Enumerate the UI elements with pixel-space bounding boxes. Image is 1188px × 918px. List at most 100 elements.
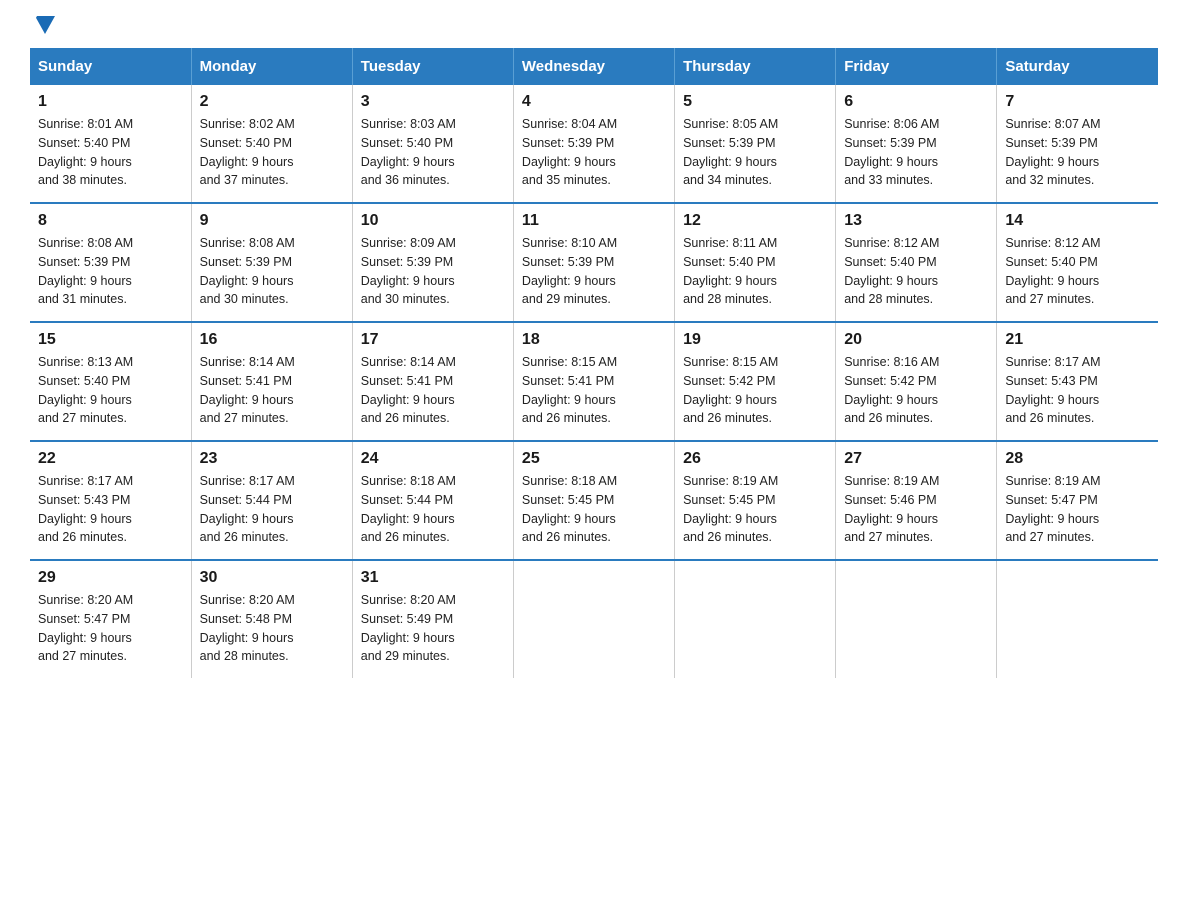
calendar-cell: 10 Sunrise: 8:09 AMSunset: 5:39 PMDayligh…	[352, 203, 513, 322]
day-info: Sunrise: 8:09 AMSunset: 5:39 PMDaylight:…	[361, 234, 505, 309]
day-info: Sunrise: 8:13 AMSunset: 5:40 PMDaylight:…	[38, 353, 183, 428]
day-info: Sunrise: 8:18 AMSunset: 5:44 PMDaylight:…	[361, 472, 505, 547]
calendar-cell: 5Sunrise: 8:05 AMSunset: 5:39 PMDaylight…	[675, 85, 836, 203]
day-number: 20	[844, 331, 988, 349]
calendar-cell: 9 Sunrise: 8:08 AMSunset: 5:39 PMDaylight…	[191, 203, 352, 322]
header-monday: Monday	[191, 48, 352, 85]
day-info: Sunrise: 8:06 AMSunset: 5:39 PMDaylight:…	[844, 115, 988, 190]
day-info: Sunrise: 8:08 AMSunset: 5:39 PMDaylight:…	[38, 234, 183, 309]
calendar-cell: 25 Sunrise: 8:18 AMSunset: 5:45 PMDayligh…	[513, 441, 674, 560]
week-row-1: 1Sunrise: 8:01 AMSunset: 5:40 PMDaylight…	[30, 85, 1158, 203]
day-number: 15	[38, 331, 183, 349]
day-info: Sunrise: 8:19 AMSunset: 5:46 PMDaylight:…	[844, 472, 988, 547]
calendar-cell	[997, 560, 1158, 678]
calendar-cell: 29 Sunrise: 8:20 AMSunset: 5:47 PMDayligh…	[30, 560, 191, 678]
day-number: 28	[1005, 450, 1150, 468]
day-number: 9	[200, 212, 344, 230]
day-number: 27	[844, 450, 988, 468]
header-saturday: Saturday	[997, 48, 1158, 85]
calendar-cell: 2 Sunrise: 8:02 AMSunset: 5:40 PMDaylight…	[191, 85, 352, 203]
header-sunday: Sunday	[30, 48, 191, 85]
calendar-cell: 24 Sunrise: 8:18 AMSunset: 5:44 PMDayligh…	[352, 441, 513, 560]
day-number: 23	[200, 450, 344, 468]
day-info: Sunrise: 8:18 AMSunset: 5:45 PMDaylight:…	[522, 472, 666, 547]
calendar-body: 1Sunrise: 8:01 AMSunset: 5:40 PMDaylight…	[30, 85, 1158, 678]
day-number: 17	[361, 331, 505, 349]
day-number: 1	[38, 93, 183, 111]
day-number: 2	[200, 93, 344, 111]
day-info: Sunrise: 8:15 AMSunset: 5:41 PMDaylight:…	[522, 353, 666, 428]
calendar-cell: 16Sunrise: 8:14 AMSunset: 5:41 PMDayligh…	[191, 322, 352, 441]
calendar-cell: 12 Sunrise: 8:11 AMSunset: 5:40 PMDayligh…	[675, 203, 836, 322]
day-number: 24	[361, 450, 505, 468]
day-info: Sunrise: 8:14 AMSunset: 5:41 PMDaylight:…	[200, 353, 344, 428]
logo	[30, 20, 55, 28]
day-info: Sunrise: 8:05 AMSunset: 5:39 PMDaylight:…	[683, 115, 827, 190]
day-info: Sunrise: 8:20 AMSunset: 5:47 PMDaylight:…	[38, 591, 183, 666]
day-info: Sunrise: 8:04 AMSunset: 5:39 PMDaylight:…	[522, 115, 666, 190]
calendar-cell: 19 Sunrise: 8:15 AMSunset: 5:42 PMDayligh…	[675, 322, 836, 441]
logo-icon	[32, 20, 55, 34]
day-info: Sunrise: 8:14 AMSunset: 5:41 PMDaylight:…	[361, 353, 505, 428]
day-number: 22	[38, 450, 183, 468]
day-info: Sunrise: 8:20 AMSunset: 5:49 PMDaylight:…	[361, 591, 505, 666]
calendar-cell: 11 Sunrise: 8:10 AMSunset: 5:39 PMDayligh…	[513, 203, 674, 322]
calendar-cell	[675, 560, 836, 678]
calendar-header: SundayMondayTuesdayWednesdayThursdayFrid…	[30, 48, 1158, 85]
day-number: 7	[1005, 93, 1150, 111]
calendar-cell: 14 Sunrise: 8:12 AMSunset: 5:40 PMDayligh…	[997, 203, 1158, 322]
day-info: Sunrise: 8:20 AMSunset: 5:48 PMDaylight:…	[200, 591, 344, 666]
day-info: Sunrise: 8:19 AMSunset: 5:47 PMDaylight:…	[1005, 472, 1150, 547]
day-number: 29	[38, 569, 183, 587]
day-number: 11	[522, 212, 666, 230]
week-row-4: 22 Sunrise: 8:17 AMSunset: 5:43 PMDayligh…	[30, 441, 1158, 560]
day-info: Sunrise: 8:12 AMSunset: 5:40 PMDaylight:…	[844, 234, 988, 309]
day-info: Sunrise: 8:19 AMSunset: 5:45 PMDaylight:…	[683, 472, 827, 547]
calendar-cell: 28 Sunrise: 8:19 AMSunset: 5:47 PMDayligh…	[997, 441, 1158, 560]
day-number: 31	[361, 569, 505, 587]
day-info: Sunrise: 8:08 AMSunset: 5:39 PMDaylight:…	[200, 234, 344, 309]
calendar-cell: 3 Sunrise: 8:03 AMSunset: 5:40 PMDaylight…	[352, 85, 513, 203]
calendar-cell: 13 Sunrise: 8:12 AMSunset: 5:40 PMDayligh…	[836, 203, 997, 322]
calendar-cell: 20Sunrise: 8:16 AMSunset: 5:42 PMDayligh…	[836, 322, 997, 441]
day-info: Sunrise: 8:10 AMSunset: 5:39 PMDaylight:…	[522, 234, 666, 309]
calendar-cell: 4Sunrise: 8:04 AMSunset: 5:39 PMDaylight…	[513, 85, 674, 203]
header-thursday: Thursday	[675, 48, 836, 85]
calendar-cell: 31 Sunrise: 8:20 AMSunset: 5:49 PMDayligh…	[352, 560, 513, 678]
day-info: Sunrise: 8:17 AMSunset: 5:43 PMDaylight:…	[38, 472, 183, 547]
day-number: 13	[844, 212, 988, 230]
day-number: 10	[361, 212, 505, 230]
calendar-cell: 17 Sunrise: 8:14 AMSunset: 5:41 PMDayligh…	[352, 322, 513, 441]
day-info: Sunrise: 8:03 AMSunset: 5:40 PMDaylight:…	[361, 115, 505, 190]
page-header	[30, 20, 1158, 28]
week-row-5: 29 Sunrise: 8:20 AMSunset: 5:47 PMDayligh…	[30, 560, 1158, 678]
day-number: 12	[683, 212, 827, 230]
calendar-cell: 26 Sunrise: 8:19 AMSunset: 5:45 PMDayligh…	[675, 441, 836, 560]
day-info: Sunrise: 8:15 AMSunset: 5:42 PMDaylight:…	[683, 353, 827, 428]
header-tuesday: Tuesday	[352, 48, 513, 85]
day-number: 14	[1005, 212, 1150, 230]
day-number: 8	[38, 212, 183, 230]
day-info: Sunrise: 8:02 AMSunset: 5:40 PMDaylight:…	[200, 115, 344, 190]
day-info: Sunrise: 8:07 AMSunset: 5:39 PMDaylight:…	[1005, 115, 1150, 190]
calendar-cell: 30 Sunrise: 8:20 AMSunset: 5:48 PMDayligh…	[191, 560, 352, 678]
day-number: 30	[200, 569, 344, 587]
calendar-cell: 27 Sunrise: 8:19 AMSunset: 5:46 PMDayligh…	[836, 441, 997, 560]
day-info: Sunrise: 8:17 AMSunset: 5:43 PMDaylight:…	[1005, 353, 1150, 428]
calendar-table: SundayMondayTuesdayWednesdayThursdayFrid…	[30, 48, 1158, 678]
week-row-3: 15 Sunrise: 8:13 AMSunset: 5:40 PMDayligh…	[30, 322, 1158, 441]
day-number: 3	[361, 93, 505, 111]
day-info: Sunrise: 8:17 AMSunset: 5:44 PMDaylight:…	[200, 472, 344, 547]
calendar-cell: 7 Sunrise: 8:07 AMSunset: 5:39 PMDaylight…	[997, 85, 1158, 203]
header-wednesday: Wednesday	[513, 48, 674, 85]
header-friday: Friday	[836, 48, 997, 85]
day-number: 25	[522, 450, 666, 468]
day-number: 19	[683, 331, 827, 349]
day-number: 26	[683, 450, 827, 468]
calendar-cell: 15 Sunrise: 8:13 AMSunset: 5:40 PMDayligh…	[30, 322, 191, 441]
day-number: 21	[1005, 331, 1150, 349]
calendar-cell	[513, 560, 674, 678]
day-info: Sunrise: 8:12 AMSunset: 5:40 PMDaylight:…	[1005, 234, 1150, 309]
calendar-cell: 8 Sunrise: 8:08 AMSunset: 5:39 PMDaylight…	[30, 203, 191, 322]
day-info: Sunrise: 8:11 AMSunset: 5:40 PMDaylight:…	[683, 234, 827, 309]
